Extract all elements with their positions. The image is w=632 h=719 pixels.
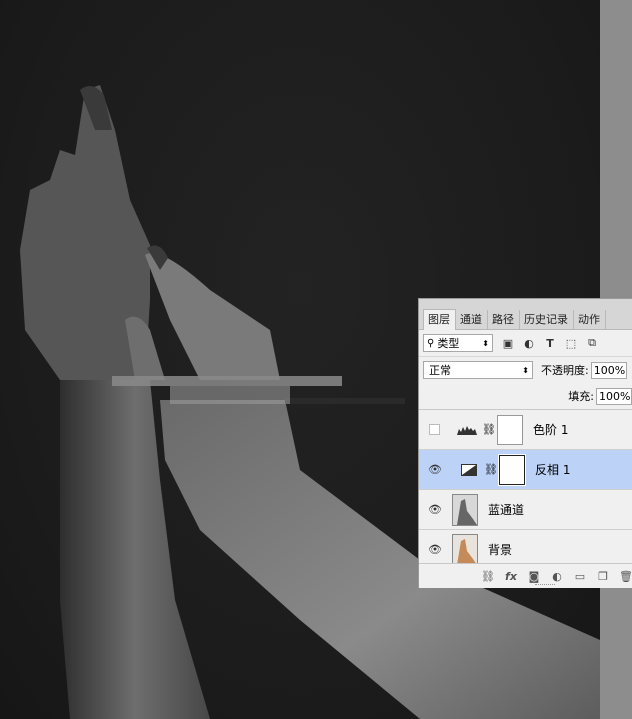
eye-icon[interactable]: 👁: [428, 503, 442, 517]
layers-panel: 图层 通道 路径 历史记录 动作 ⚲ 类型 ⬍ ▣ ◐ T ⬚ ⧉ 正常 ⬍ 不…: [418, 298, 632, 588]
opacity-label: 不透明度:: [541, 364, 589, 377]
kind-filter-select[interactable]: ⚲ 类型 ⬍: [423, 334, 493, 352]
invert-icon: [458, 463, 480, 477]
filter-row: ⚲ 类型 ⬍ ▣ ◐ T ⬚ ⧉: [419, 330, 632, 357]
layer-row-levels[interactable]: ⛓ 色阶 1: [419, 410, 632, 450]
layer-name[interactable]: 蓝通道: [488, 501, 524, 518]
layer-mask-thumbnail[interactable]: [498, 453, 526, 486]
updown-arrow-icon: ⬍: [482, 338, 489, 348]
new-adjustment-icon[interactable]: ◐: [550, 569, 564, 583]
panel-footer: ⛓ fx ◙ ◐ ▭ ❐ 🗑: [419, 563, 632, 588]
resize-grip[interactable]: [535, 584, 555, 588]
tab-paths[interactable]: 路径: [488, 310, 520, 329]
tab-layers[interactable]: 图层: [423, 309, 456, 330]
eye-icon[interactable]: 👁: [428, 543, 442, 557]
tab-channels[interactable]: 通道: [456, 310, 488, 329]
opacity-input[interactable]: 100%: [590, 361, 627, 379]
layer-thumbnail[interactable]: [452, 533, 478, 566]
levels-icon: [456, 423, 478, 437]
search-icon: ⚲: [427, 337, 435, 349]
smart-object-filter-icon[interactable]: ⧉: [586, 336, 598, 349]
fx-icon[interactable]: fx: [504, 569, 518, 583]
layer-name[interactable]: 背景: [488, 541, 512, 558]
fill-input[interactable]: 100%: [596, 387, 632, 405]
type-filter-icon[interactable]: T: [544, 337, 556, 350]
new-group-icon[interactable]: ▭: [573, 569, 587, 583]
layer-name[interactable]: 色阶 1: [533, 421, 568, 438]
updown-arrow-icon: ⬍: [522, 365, 529, 375]
tab-actions[interactable]: 动作: [574, 310, 606, 329]
blend-mode-select[interactable]: 正常 ⬍: [423, 361, 533, 379]
blend-mode-value: 正常: [429, 364, 451, 377]
link-layers-icon[interactable]: ⛓: [481, 569, 495, 583]
layer-mask-thumbnail[interactable]: [497, 414, 523, 445]
shape-filter-icon[interactable]: ⬚: [565, 337, 577, 350]
image-filter-icon[interactable]: ▣: [502, 337, 514, 350]
link-icon[interactable]: ⛓: [482, 423, 496, 436]
layer-row-blue-channel[interactable]: 👁 蓝通道: [419, 490, 632, 530]
add-mask-icon[interactable]: ◙: [527, 569, 541, 583]
layer-name[interactable]: 反相 1: [535, 461, 570, 478]
fill-label: 填充:: [568, 390, 594, 403]
layer-row-invert[interactable]: 👁 ⛓ 反相 1: [419, 450, 632, 490]
fill-row: 填充: 100%: [419, 383, 632, 410]
panel-tabs: 图层 通道 路径 历史记录 动作: [419, 299, 632, 330]
new-layer-icon[interactable]: ❐: [596, 569, 610, 583]
layer-thumbnail[interactable]: [452, 493, 478, 526]
blend-row: 正常 ⬍ 不透明度: 100%: [419, 357, 632, 383]
delete-layer-icon[interactable]: 🗑: [619, 569, 632, 583]
visibility-toggle-off[interactable]: [429, 424, 440, 435]
adjustment-filter-icon[interactable]: ◐: [523, 337, 535, 350]
kind-filter-value: 类型: [437, 337, 460, 350]
eye-icon[interactable]: 👁: [428, 463, 442, 477]
tab-history[interactable]: 历史记录: [520, 310, 574, 329]
link-icon[interactable]: ⛓: [484, 463, 498, 476]
